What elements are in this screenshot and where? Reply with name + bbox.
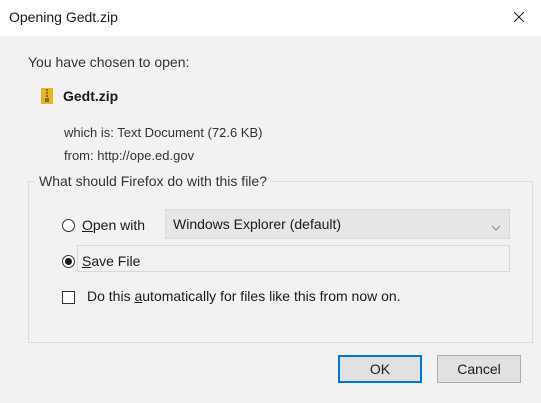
- open-with-radio[interactable]: [62, 219, 75, 232]
- cancel-button[interactable]: Cancel: [437, 355, 521, 383]
- open-with-select[interactable]: Windows Explorer (default): [165, 209, 510, 239]
- open-with-label[interactable]: Open with: [82, 217, 145, 233]
- close-button[interactable]: [497, 0, 541, 34]
- file-type-info: which is: Text Document (72.6 KB): [64, 125, 263, 140]
- save-file-accesskey: S: [82, 253, 92, 269]
- ok-button[interactable]: OK: [338, 355, 422, 383]
- auto-checkbox[interactable]: [62, 291, 75, 304]
- open-with-select-value: Windows Explorer (default): [173, 216, 342, 232]
- dialog-body: You have chosen to open: Gedt.zip which …: [0, 36, 541, 366]
- save-file-label[interactable]: Save File: [82, 253, 140, 269]
- open-with-label-rest: pen with: [92, 217, 146, 233]
- chosen-to-open-label: You have chosen to open:: [28, 54, 190, 70]
- save-file-label-rest: ave File: [91, 253, 141, 269]
- file-name: Gedt.zip: [63, 88, 119, 104]
- file-row: Gedt.zip: [41, 88, 118, 104]
- save-file-focus-box: [77, 245, 510, 272]
- window-title: Opening Gedt.zip: [9, 9, 118, 25]
- titlebar: Opening Gedt.zip: [0, 0, 541, 36]
- zip-file-icon: [41, 88, 53, 104]
- auto-label-after: utomatically for files like this from no…: [142, 288, 401, 304]
- file-open-dialog: Opening Gedt.zip You have chosen to open…: [0, 0, 541, 403]
- action-group: What should Firefox do with this file? O…: [28, 173, 533, 343]
- action-group-legend: What should Firefox do with this file?: [35, 173, 271, 189]
- open-with-accesskey: O: [82, 217, 93, 233]
- file-source: from: http://ope.ed.gov: [64, 148, 195, 163]
- close-icon: [513, 11, 525, 23]
- chevron-down-icon: [491, 219, 501, 235]
- auto-checkbox-label[interactable]: Do this automatically for files like thi…: [87, 288, 401, 304]
- save-file-radio[interactable]: [62, 255, 75, 268]
- auto-label-before: Do this: [87, 288, 135, 304]
